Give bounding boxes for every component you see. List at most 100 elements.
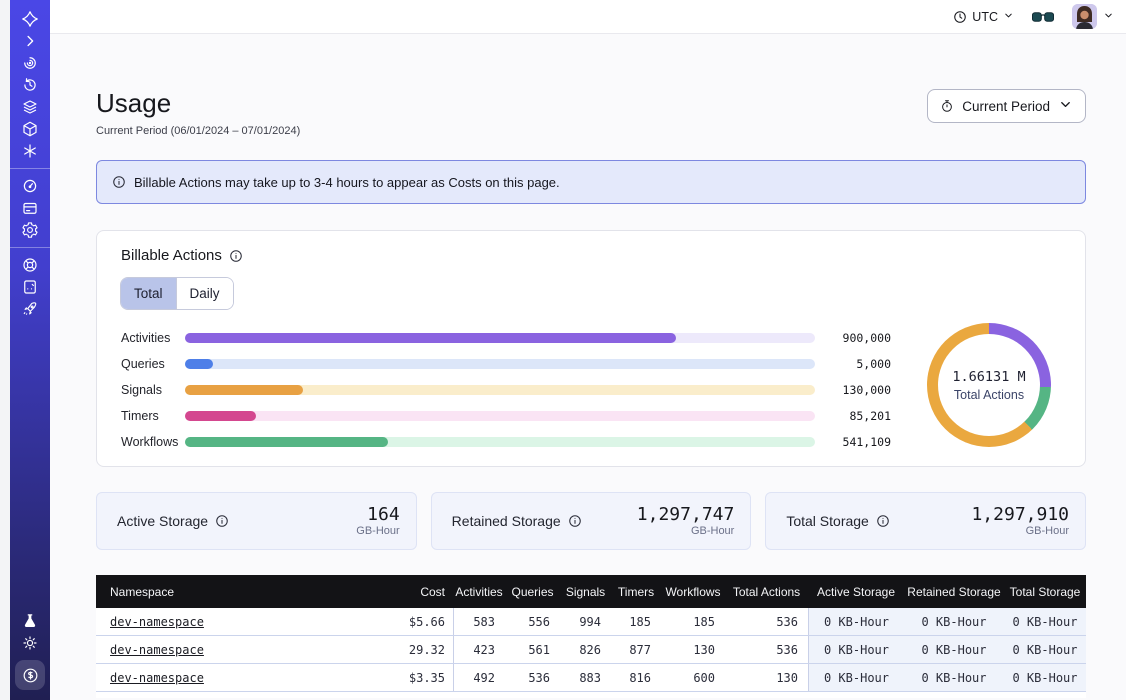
active-storage-card: Active Storage 164 GB-Hour (96, 492, 417, 550)
bar-row-timers: Timers 85,201 (121, 403, 891, 429)
storage-card-unit: GB-Hour (637, 525, 735, 538)
bar-track (185, 359, 815, 369)
bar-fill (185, 359, 213, 369)
temporal-logo-icon[interactable] (10, 8, 50, 30)
nexus-asterisk-icon[interactable] (10, 140, 50, 162)
total-storage-cell: 0 KB-Hour (1004, 664, 1086, 691)
activities-cell: 423 (453, 636, 505, 663)
usage-billing-active-button[interactable] (15, 660, 45, 690)
activities-cell: 492 (453, 664, 505, 691)
workflows-cell: 130 (661, 636, 725, 663)
table-header-row: Namespace Cost Activities Queries Signal… (96, 575, 1086, 608)
bar-fill (185, 411, 256, 421)
avatar (1072, 4, 1097, 29)
tab-daily[interactable]: Daily (176, 278, 233, 309)
queries-cell: 536 (505, 664, 560, 691)
bar-row-queries: Queries 5,000 (121, 351, 891, 377)
namespaces-icon[interactable] (10, 52, 50, 74)
info-banner-text: Billable Actions may take up to 3-4 hour… (134, 175, 560, 190)
period-selector-label: Current Period (962, 99, 1050, 114)
layers-icon[interactable] (10, 96, 50, 118)
timers-cell: 816 (611, 664, 661, 691)
topbar: UTC (50, 0, 1126, 34)
bar-label: Workflows (121, 435, 185, 449)
bar-fill (185, 333, 676, 343)
sidebar-divider (10, 168, 50, 169)
settings-gear-icon[interactable] (10, 219, 50, 241)
storage-card-label: Total Storage (786, 513, 869, 529)
glasses-icon[interactable] (1032, 10, 1054, 24)
chart-mode-tabs: Total Daily (120, 277, 234, 310)
retained-storage-cell: 0 KB-Hour (904, 636, 1004, 663)
col-header-signals: Signals (560, 575, 611, 608)
schedules-icon[interactable] (10, 74, 50, 96)
storage-card-value: 1,297,910 (971, 505, 1069, 525)
bar-row-signals: Signals 130,000 (121, 377, 891, 403)
queries-cell: 561 (505, 636, 560, 663)
retained-storage-cell: 0 KB-Hour (904, 608, 1004, 635)
tab-total[interactable]: Total (121, 278, 176, 309)
donut-center: 1.66131 M Total Actions (938, 334, 1040, 436)
period-selector-button[interactable]: Current Period (927, 89, 1086, 123)
namespace-link[interactable]: dev-namespace (110, 671, 204, 685)
cost-cell: $3.35 (336, 664, 453, 691)
col-header-workflows: Workflows (661, 575, 725, 608)
bar-label: Signals (121, 383, 185, 397)
cost-cell: $5.66 (336, 608, 453, 635)
docs-icon[interactable] (10, 276, 50, 298)
deployments-cube-icon[interactable] (10, 118, 50, 140)
main-content: Usage Current Period (06/01/2024 – 07/01… (50, 34, 1126, 700)
storage-card-unit: GB-Hour (356, 525, 399, 538)
total-actions-cell: 130 (725, 664, 808, 691)
col-header-retained-storage: Retained Storage (904, 575, 1004, 608)
dollar-coin-icon (21, 666, 40, 685)
total-storage-card: Total Storage 1,297,910 GB-Hour (765, 492, 1086, 550)
storage-card-label: Retained Storage (452, 513, 561, 529)
bar-track (185, 333, 815, 343)
bar-row-workflows: Workflows 541,109 (121, 429, 891, 455)
active-storage-cell: 0 KB-Hour (808, 608, 904, 635)
donut-total-value: 1.66131 M (952, 369, 1025, 385)
bar-value: 130,000 (815, 383, 891, 397)
info-icon[interactable] (215, 514, 229, 528)
col-header-total-storage: Total Storage (1004, 575, 1086, 608)
bar-value: 541,109 (815, 435, 891, 449)
col-header-total-actions: Total Actions (725, 575, 808, 608)
getting-started-rocket-icon[interactable] (10, 298, 50, 320)
clock-icon (953, 10, 967, 24)
chevron-down-icon (1003, 10, 1014, 24)
user-menu[interactable] (1072, 4, 1114, 29)
usage-gauge-icon[interactable] (10, 175, 50, 197)
namespace-link[interactable]: dev-namespace (110, 615, 204, 629)
bar-label: Queries (121, 357, 185, 371)
info-icon[interactable] (568, 514, 582, 528)
bar-row-activities: Activities 900,000 (121, 325, 891, 351)
timers-cell: 877 (611, 636, 661, 663)
table-row-partial (96, 692, 1086, 698)
stopwatch-icon (940, 99, 954, 113)
table-row: dev-namespace $3.35 492 536 883 816 600 … (96, 664, 1086, 692)
col-header-queries: Queries (505, 575, 560, 608)
sidebar (10, 0, 50, 700)
support-lifebuoy-icon[interactable] (10, 254, 50, 276)
storage-card-value: 164 (356, 505, 399, 525)
page-subtitle: Current Period (06/01/2024 – 07/01/2024) (96, 125, 300, 137)
theme-sun-icon[interactable] (10, 632, 50, 654)
labs-flask-icon[interactable] (10, 610, 50, 632)
info-icon[interactable] (229, 249, 243, 263)
timezone-selector[interactable]: UTC (953, 10, 1014, 24)
namespace-usage-table: Namespace Cost Activities Queries Signal… (96, 575, 1086, 698)
retained-storage-card: Retained Storage 1,297,747 GB-Hour (431, 492, 752, 550)
billable-bar-chart: Activities 900,000 Queries 5,000 Signals… (121, 325, 891, 455)
signals-cell: 883 (560, 664, 611, 691)
retained-storage-cell: 0 KB-Hour (904, 664, 1004, 691)
bar-track (185, 411, 815, 421)
billing-card-icon[interactable] (10, 197, 50, 219)
info-icon[interactable] (876, 514, 890, 528)
signals-cell: 994 (560, 608, 611, 635)
expand-chevron-right-icon[interactable] (10, 30, 50, 52)
bar-value: 5,000 (815, 357, 891, 371)
workflows-cell: 185 (661, 608, 725, 635)
namespace-link[interactable]: dev-namespace (110, 643, 204, 657)
col-header-activities: Activities (453, 575, 505, 608)
